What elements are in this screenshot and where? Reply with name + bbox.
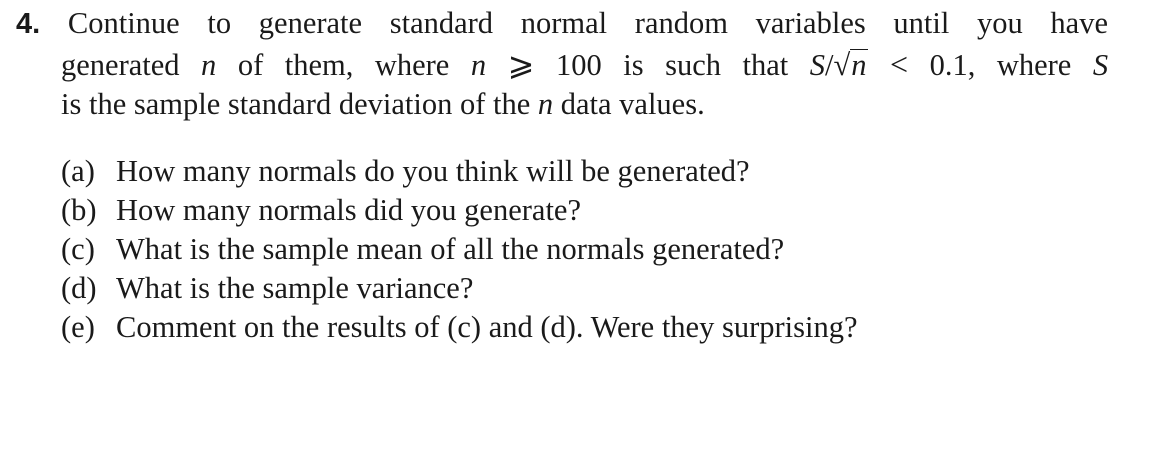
part-text: Comment on the results of (c) and (d). W…	[116, 310, 858, 344]
intro-text: of them, where	[237, 48, 450, 82]
sqrt-radical-sign: √	[833, 48, 851, 82]
part-text: How many normals did you generate?	[116, 193, 581, 227]
part-b: (b) How many normals did you generate?	[61, 191, 858, 230]
intro-text: data values.	[560, 87, 705, 121]
part-label: (e)	[61, 310, 95, 344]
problem-intro-line-3: is the sample standard deviation of the …	[61, 83, 1153, 125]
sqrt-radicand: n	[850, 48, 869, 82]
part-e: (e) Comment on the results of (c) and (d)…	[61, 308, 858, 347]
math-slash: /	[825, 48, 834, 82]
math-sqrt: √n	[833, 43, 869, 86]
part-d: (d) What is the sample variance?	[61, 269, 858, 308]
problem-parts-list: (a) How many normals do you think will be…	[61, 152, 858, 347]
math-variable-S: S	[809, 48, 825, 82]
part-text: How many normals do you think will be ge…	[116, 154, 750, 188]
part-text: What is the sample variance?	[116, 271, 474, 305]
part-label: (b)	[61, 193, 97, 227]
part-label: (a)	[61, 154, 95, 188]
intro-text-line-1: Continue to generate standard normal ran…	[67, 6, 1108, 40]
part-a: (a) How many normals do you think will be…	[61, 152, 858, 191]
intro-text: is the sample standard deviation of the	[61, 87, 531, 121]
math-variable-n: n	[201, 48, 217, 82]
intro-text: 0.1, where	[929, 48, 1072, 82]
part-text: What is the sample mean of all the norma…	[116, 232, 785, 266]
problem-number: 4.	[16, 8, 41, 40]
math-variable-n: n	[470, 48, 487, 82]
math-geq-symbol: ⩾	[507, 46, 535, 82]
math-variable-n: n	[537, 87, 554, 121]
problem-intro-line-1: 4. Continue to generate standard normal …	[16, 2, 1108, 45]
math-ratio: S/√n	[810, 48, 869, 82]
problem-intro-line-2: generated n of them, where n ⩾ 100 is su…	[61, 43, 1108, 86]
part-label: (d)	[61, 271, 97, 305]
intro-text: generated	[61, 48, 180, 82]
math-lt-symbol: <	[890, 46, 909, 82]
part-c: (c) What is the sample mean of all the no…	[61, 230, 858, 269]
part-label: (c)	[61, 232, 95, 266]
intro-text: 100 is such that	[555, 48, 789, 82]
math-variable-S: S	[1092, 48, 1109, 82]
